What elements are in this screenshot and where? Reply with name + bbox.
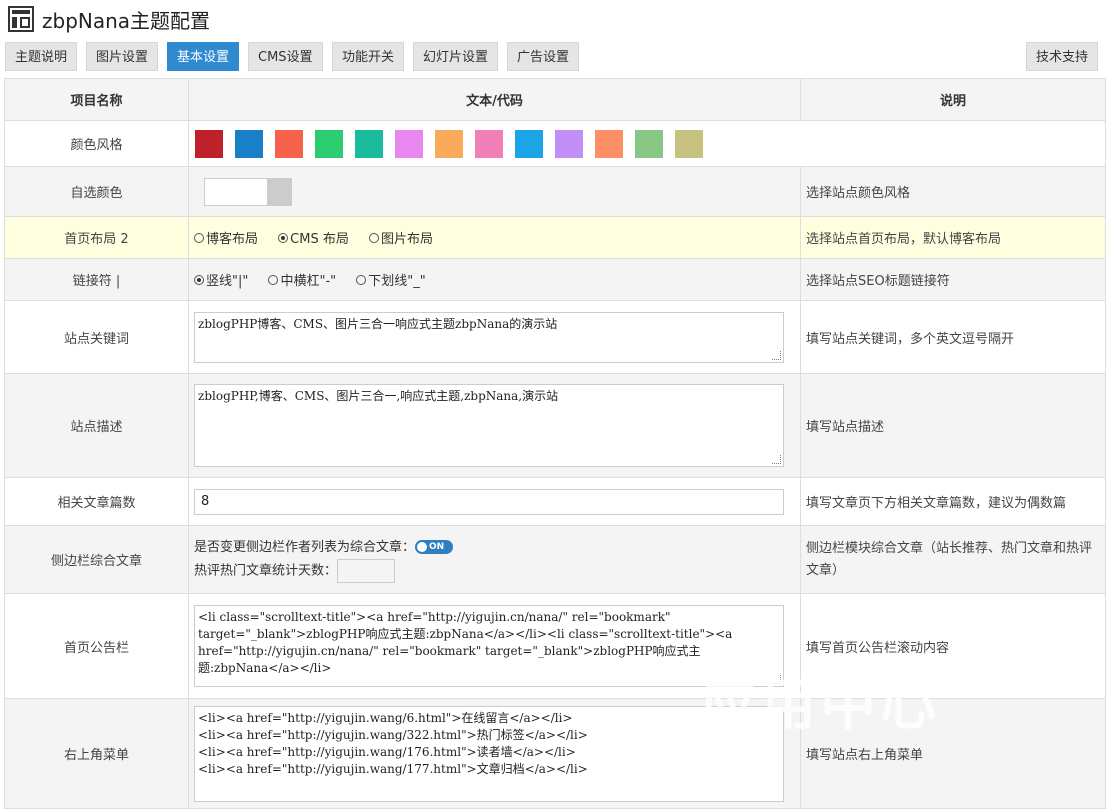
radio-circle-icon <box>194 232 204 243</box>
radio-circle-icon <box>268 274 279 285</box>
color-swatch[interactable] <box>235 129 263 158</box>
radio-underscore[interactable]: 下划线"_" <box>356 270 426 289</box>
row-label: 链接符 | <box>4 258 189 301</box>
tab-slideshow-settings[interactable]: 幻灯片设置 <box>413 42 499 71</box>
resize-grip-icon[interactable] <box>772 455 781 464</box>
color-swatch[interactable] <box>475 129 503 158</box>
row-desc: 填写站点关键词，多个英文逗号隔开 <box>800 300 1106 374</box>
hot-days-input[interactable] <box>337 558 396 583</box>
color-swatches <box>188 120 1106 167</box>
row-label: 相关文章篇数 <box>4 477 189 526</box>
topmenu-textarea[interactable]: <li><a href="http://yigujin.wang/6.html"… <box>194 705 784 802</box>
related-count-input[interactable]: 8 <box>194 488 784 515</box>
tab-theme-info[interactable]: 主题说明 <box>5 42 78 71</box>
resize-grip-icon[interactable] <box>772 675 781 684</box>
keywords-textarea[interactable]: zblogPHP博客、CMS、图片三合一响应式主题zbpNana的演示站 <box>194 311 784 363</box>
color-swatch[interactable] <box>395 129 423 158</box>
radio-cms-layout[interactable]: CMS 布局 <box>278 228 349 247</box>
color-picker-toggle[interactable] <box>204 177 292 206</box>
row-label: 站点描述 <box>4 373 189 478</box>
row-label: 右上角菜单 <box>4 698 189 809</box>
tab-basic-settings[interactable]: 基本设置 <box>167 42 240 71</box>
row-label: 站点关键词 <box>4 300 189 374</box>
header-desc: 说明 <box>800 78 1106 121</box>
row-label: 首页公告栏 <box>4 593 189 699</box>
header-value: 文本/代码 <box>188 78 801 121</box>
color-swatch[interactable] <box>595 129 623 158</box>
row-desc: 选择站点首页布局，默认博客布局 <box>800 216 1106 259</box>
radio-image-layout[interactable]: 图片布局 <box>368 228 433 247</box>
sidebar-switch[interactable]: ON <box>415 540 454 554</box>
color-swatch[interactable] <box>435 129 463 158</box>
color-swatch[interactable] <box>355 129 383 158</box>
row-desc: 填写站点右上角菜单 <box>800 698 1106 809</box>
resize-grip-icon[interactable] <box>772 350 781 360</box>
hot-days-label: 热评热门文章统计天数： <box>194 563 338 578</box>
title-bar: zbpNana主题配置 <box>8 4 210 34</box>
row-desc: 填写站点描述 <box>800 373 1106 478</box>
row-label: 自选颜色 <box>4 166 189 217</box>
color-swatch[interactable] <box>195 129 223 158</box>
radio-checked-icon <box>278 232 289 243</box>
row-desc: 选择站点颜色风格 <box>800 166 1106 217</box>
tab-feature-switches[interactable]: 功能开关 <box>332 42 405 71</box>
tab-tech-support[interactable]: 技术支持 <box>1026 42 1099 71</box>
color-swatch[interactable] <box>275 129 303 158</box>
row-desc: 填写首页公告栏滚动内容 <box>800 593 1106 699</box>
notice-textarea[interactable]: <li class="scrolltext-title"><a href="ht… <box>194 605 784 687</box>
radio-hyphen[interactable]: 中横杠"-" <box>268 270 336 289</box>
tab-ad-settings[interactable]: 广告设置 <box>507 42 580 71</box>
row-label: 侧边栏综合文章 <box>4 525 189 594</box>
radio-circle-icon <box>368 232 379 243</box>
tab-cms-settings[interactable]: CMS设置 <box>248 42 323 71</box>
settings-table: 项目名称 文本/代码 说明 颜色风格 自选颜色 选择站点颜色风格 首页布局 2 … <box>4 78 1106 809</box>
color-swatch[interactable] <box>515 129 543 158</box>
row-desc: 选择站点SEO标题链接符 <box>800 258 1106 301</box>
row-label: 颜色风格 <box>4 120 189 167</box>
page-title: zbpNana主题配置 <box>42 8 211 33</box>
color-swatch[interactable] <box>675 129 703 158</box>
layout-icon <box>8 6 34 32</box>
color-swatch[interactable] <box>635 129 663 158</box>
tab-image-settings[interactable]: 图片设置 <box>86 42 159 71</box>
row-label: 首页布局 2 <box>4 216 189 259</box>
color-swatch[interactable] <box>315 129 343 158</box>
radio-checked-icon <box>194 274 204 285</box>
description-textarea[interactable]: zblogPHP,博客、CMS、图片三合一,响应式主题,zbpNana,演示站 <box>194 384 784 467</box>
header-name: 项目名称 <box>4 78 189 121</box>
tab-bar: 主题说明 图片设置 基本设置 CMS设置 功能开关 幻灯片设置 广告设置 技术支… <box>5 42 1112 72</box>
row-desc: 侧边栏模块综合文章（站长推荐、热门文章和热评文章） <box>800 525 1106 594</box>
radio-circle-icon <box>356 274 367 285</box>
row-desc: 填写文章页下方相关文章篇数，建议为偶数篇 <box>800 477 1106 526</box>
radio-blog-layout[interactable]: 博客布局 <box>194 228 258 247</box>
sidebar-switch-label: 是否变更侧边栏作者列表为综合文章： <box>194 539 416 555</box>
radio-vertical-bar[interactable]: 竖线"|" <box>194 270 248 289</box>
color-swatch[interactable] <box>555 129 583 158</box>
